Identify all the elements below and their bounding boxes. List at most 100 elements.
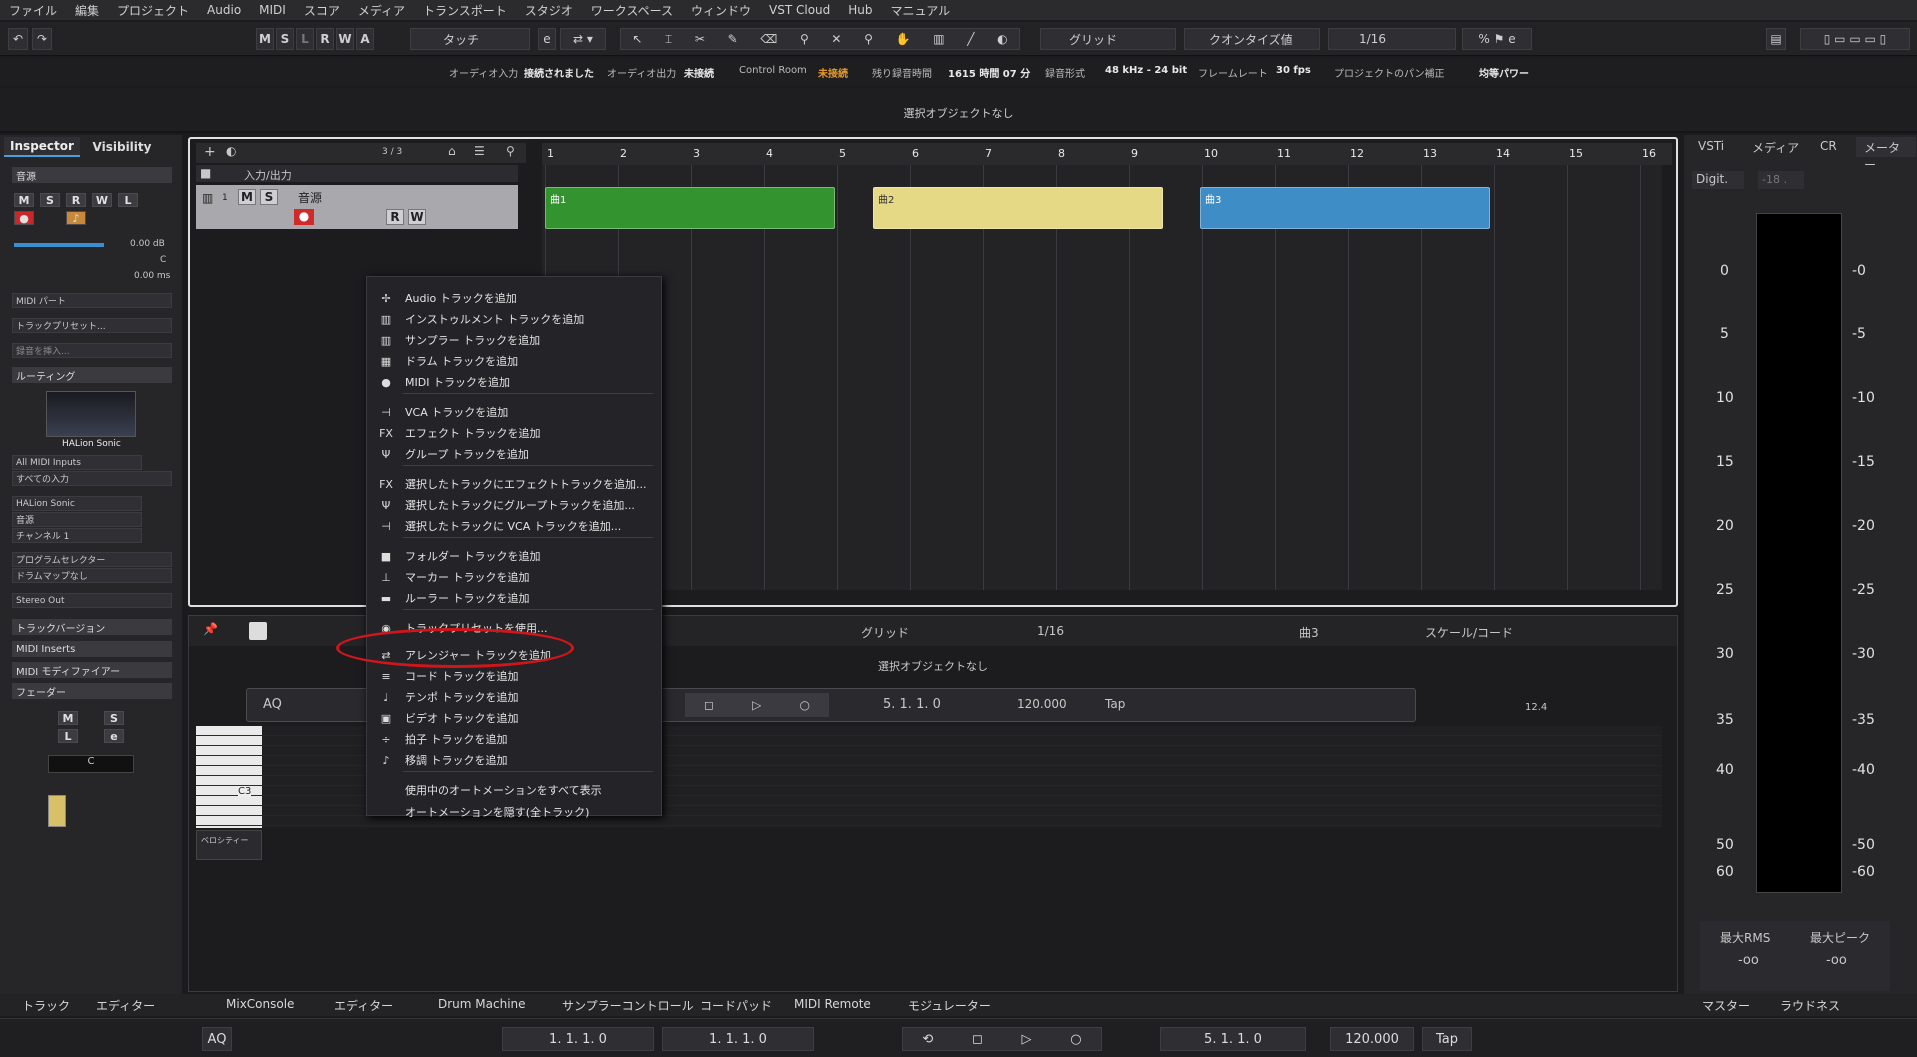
tab-editor[interactable]: エディター (334, 997, 393, 1014)
tab-midi-remote[interactable]: MIDI Remote (794, 997, 871, 1011)
fader-listen-button[interactable]: L (58, 729, 78, 743)
pin-icon[interactable]: 📌 (203, 622, 218, 636)
context-menu-item[interactable]: ⊣ VCA トラックを追加 (367, 402, 663, 422)
track-write-button[interactable]: W (408, 209, 426, 225)
track-solo-button[interactable]: S (40, 193, 60, 207)
tab-meter[interactable]: メーター (1856, 137, 1916, 172)
quantize-type-select[interactable]: クオンタイズ値 (1184, 28, 1320, 50)
context-menu-item[interactable]: Ψ 選択したトラックにグループトラックを追加... (367, 495, 663, 515)
context-menu-item[interactable]: ⊥ マーカー トラックを追加 (367, 567, 663, 587)
editor-part-select[interactable]: 曲3 (1299, 624, 1319, 641)
arranger-part[interactable]: 曲2 (873, 187, 1163, 229)
fader-edit-button[interactable]: e (104, 729, 124, 743)
context-menu-item[interactable]: ▣ ビデオ トラックを追加 (367, 708, 663, 728)
context-menu-item[interactable]: ● MIDI トラックを追加 (367, 372, 663, 392)
floating-position[interactable]: 5. 1. 1. 0 (883, 697, 941, 712)
range-icon[interactable]: ⌶ (665, 32, 672, 47)
track-listen-button[interactable]: L (118, 193, 138, 207)
menu-item[interactable]: スタジオ (516, 2, 582, 19)
stop-icon[interactable]: ◻ (972, 1032, 983, 1047)
track-write-button[interactable]: W (92, 193, 112, 207)
floating-aq-button[interactable]: AQ (263, 697, 282, 712)
menu-item[interactable]: ウィンドウ (682, 2, 760, 19)
context-menu-item[interactable]: ♩ テンポ トラックを追加 (367, 687, 663, 707)
arranger-part[interactable]: 曲1 (545, 187, 835, 229)
drag-mode-select[interactable]: ⇄ ▾ (560, 28, 606, 50)
glue-icon[interactable]: ⚲ (800, 32, 809, 46)
list-icon[interactable]: ☰ (474, 144, 485, 158)
add-track-icon[interactable]: + (204, 144, 216, 160)
meter-mode-select[interactable]: Digit. (1692, 171, 1744, 189)
floating-stop-icon[interactable]: ◻ (704, 698, 714, 712)
menu-item[interactable]: プロジェクト (108, 2, 198, 19)
drummap-select[interactable]: ドラムマップなし (12, 568, 172, 583)
arranger-part[interactable]: 曲3 (1200, 187, 1490, 229)
floating-transport-controls[interactable]: ◻ ▷ ○ (685, 693, 829, 717)
menu-item[interactable]: ワークスペース (582, 2, 682, 19)
menu-item[interactable]: MIDI (250, 3, 295, 17)
channel-select[interactable]: チャンネル 1 (12, 528, 142, 543)
write-button[interactable]: W (336, 28, 354, 50)
hand-icon[interactable]: ✋ (896, 32, 911, 46)
context-menu-item[interactable]: オートメーションを隠す(全トラック) (367, 802, 663, 822)
tab-inspector[interactable]: Inspector (4, 137, 80, 157)
erase-icon[interactable]: ⌫ (760, 32, 777, 46)
snap-type-select[interactable]: グリッド (1040, 28, 1176, 50)
insert-rec-select[interactable]: 録音を挿入... (12, 343, 172, 358)
play-icon[interactable]: ▷ (1022, 1032, 1032, 1047)
tab-loudness[interactable]: ラウドネス (1780, 997, 1840, 1014)
context-menu-item[interactable]: ■ フォルダー トラックを追加 (367, 546, 663, 566)
floating-record-icon[interactable]: ○ (799, 698, 809, 712)
section-sound[interactable]: 音源 (12, 167, 172, 183)
window-zones-icon[interactable]: ▯ ▭ ▭ ▭ ▯ (1800, 28, 1910, 50)
zoom-icon[interactable]: ⚲ (864, 32, 873, 46)
edit-icon[interactable]: e (538, 28, 556, 50)
context-menu-item[interactable]: FX 選択したトラックにエフェクトトラックを追加... (367, 474, 663, 494)
mute-tool-icon[interactable]: ✕ (831, 32, 841, 46)
context-menu-item[interactable]: 使用中のオートメーションをすべて表示 (367, 780, 663, 800)
track-preset-select[interactable]: トラックプリセット... (12, 318, 172, 333)
section-midi-modifiers[interactable]: MIDI モディファイアー (12, 662, 172, 678)
section-track-versions[interactable]: トラックバージョン (12, 619, 172, 635)
home-icon[interactable]: ⌂ (448, 144, 456, 158)
track-read-button[interactable]: R (386, 209, 404, 225)
redo-icon[interactable]: ↷ (32, 28, 52, 50)
automation-button[interactable]: A (356, 28, 374, 50)
layout-icon[interactable]: ▤ (1766, 28, 1786, 50)
read-button[interactable]: R (316, 28, 334, 50)
tab-editor-left[interactable]: エディター (96, 997, 155, 1014)
midi-input-select[interactable]: All MIDI Inputs (12, 455, 142, 470)
quantize-value-select[interactable]: 1/16 (1328, 28, 1456, 50)
folder-track[interactable]: ■ 入力/出力 (196, 165, 518, 182)
editor-quantize-select[interactable]: 1/16 (1037, 624, 1064, 638)
track-name[interactable]: 音源 (298, 189, 322, 206)
menu-item[interactable]: Hub (839, 3, 881, 17)
menu-item[interactable]: ファイル (0, 2, 66, 19)
volume-slider[interactable] (14, 243, 104, 247)
context-menu-item[interactable]: ✢ Audio トラックを追加 (367, 288, 663, 308)
cycle-icon[interactable]: ⟲ (922, 1032, 933, 1047)
section-routing[interactable]: ルーティング (12, 367, 172, 383)
context-menu-item[interactable]: FX エフェクト トラックを追加 (367, 423, 663, 443)
timeline-ruler[interactable]: 1 2 3 4 5 6 7 8 9 10 11 12 13 14 15 16 (542, 143, 1672, 165)
timewarp-icon[interactable]: ▥ (933, 32, 944, 46)
context-menu-item[interactable]: ▬ ルーラー トラックを追加 (367, 588, 663, 608)
quantize-tools[interactable]: % ⚑ e (1462, 28, 1532, 50)
tab-modulator[interactable]: モジュレーター (908, 997, 991, 1014)
section-midi-inserts[interactable]: MIDI Inserts (12, 641, 172, 657)
fader-pan[interactable]: C (48, 755, 134, 773)
tab-media[interactable]: メディア (1752, 139, 1799, 156)
split-icon[interactable]: ✂ (695, 32, 705, 46)
tab-track[interactable]: トラック (22, 997, 70, 1014)
tab-mixconsole[interactable]: MixConsole (226, 997, 294, 1011)
tab-visibility[interactable]: Visibility (84, 137, 160, 157)
midi-part-select[interactable]: MIDI パート (12, 293, 172, 308)
menu-item[interactable]: スコア (295, 2, 349, 19)
track-mute-button[interactable]: M (14, 193, 34, 207)
solo-button[interactable]: S (276, 28, 294, 50)
tab-master[interactable]: マスター (1702, 997, 1750, 1014)
mute-button[interactable]: M (256, 28, 274, 50)
context-menu-item[interactable]: ▥ インストゥルメント トラックを追加 (367, 309, 663, 329)
left-locator[interactable]: 1. 1. 1. 0 (502, 1027, 654, 1051)
draw-icon[interactable]: ✎ (728, 32, 738, 46)
